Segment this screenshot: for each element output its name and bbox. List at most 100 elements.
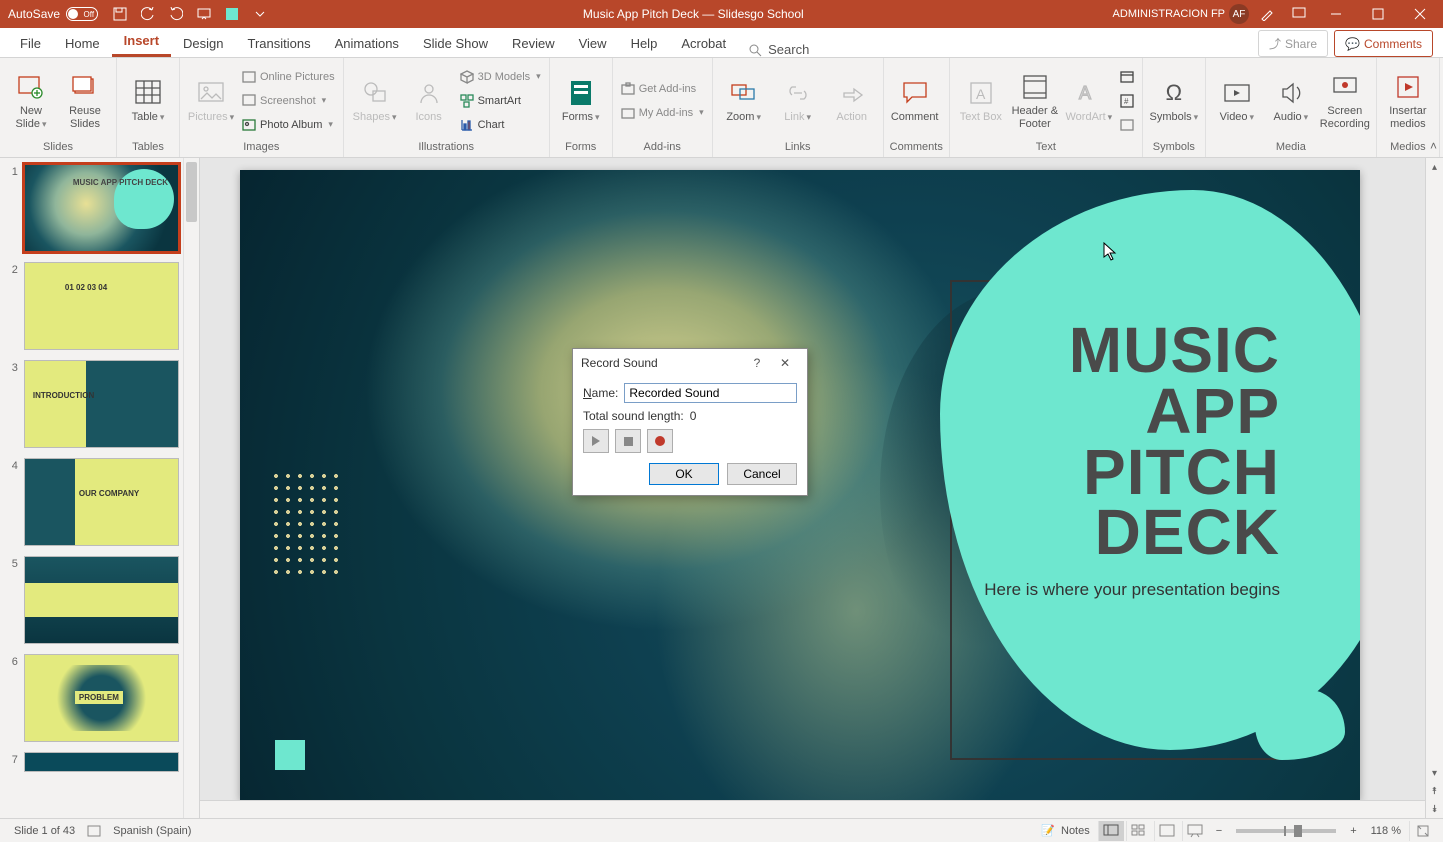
tab-animations[interactable]: Animations	[323, 30, 411, 57]
autosave-toggle[interactable]: AutoSave Off	[0, 0, 106, 28]
slide-thumb-5[interactable]: 5	[4, 556, 179, 644]
slide-position[interactable]: Slide 1 of 43	[8, 825, 81, 837]
notes-button[interactable]: 📝Notes	[1035, 824, 1095, 837]
comments-button[interactable]: 💬Comments	[1334, 30, 1433, 57]
pen-icon[interactable]	[1253, 0, 1281, 28]
object-button[interactable]	[1118, 114, 1136, 136]
tab-home[interactable]: Home	[53, 30, 112, 57]
symbols-button[interactable]: ΩSymbols	[1149, 63, 1199, 139]
share-button[interactable]: ⤴Share	[1258, 30, 1328, 57]
redo-icon[interactable]	[162, 0, 190, 28]
my-addins-button[interactable]: My Add-ins	[619, 102, 706, 124]
stop-button[interactable]	[615, 429, 641, 453]
slide-list[interactable]: 1MUSIC APP PITCH DECK 201 02 03 04 3INTR…	[0, 158, 183, 818]
ribbon-display-icon[interactable]	[1285, 0, 1313, 28]
maximize-button[interactable]	[1359, 0, 1397, 28]
dialog-close-button[interactable]: ✕	[771, 349, 799, 377]
dialog-titlebar[interactable]: Record Sound ? ✕	[573, 349, 807, 377]
present-from-start-icon[interactable]	[190, 0, 218, 28]
accessibility-icon[interactable]	[81, 824, 107, 838]
audio-button[interactable]: Audio	[1266, 63, 1316, 139]
date-time-button[interactable]	[1118, 66, 1136, 88]
slide-sorter-button[interactable]	[1126, 821, 1152, 841]
comment-button[interactable]: Comment	[890, 63, 940, 139]
prev-slide-icon[interactable]: ⯭	[1426, 782, 1443, 800]
tab-insert[interactable]: Insert	[112, 27, 171, 57]
save-icon[interactable]	[106, 0, 134, 28]
tab-acrobat[interactable]: Acrobat	[669, 30, 738, 57]
new-slide-button[interactable]: New Slide	[6, 63, 56, 139]
fit-to-window-button[interactable]	[1409, 821, 1435, 841]
undo-icon[interactable]	[134, 0, 162, 28]
slideshow-view-button[interactable]	[1182, 821, 1208, 841]
collapse-ribbon-icon[interactable]: ˄	[1430, 139, 1437, 153]
screen-recording-button[interactable]: Screen Recording	[1320, 63, 1370, 139]
wordart-button[interactable]: AWordArt	[1064, 63, 1114, 139]
record-button[interactable]	[647, 429, 673, 453]
reuse-slides-button[interactable]: Reuse Slides	[60, 63, 110, 139]
normal-view-button[interactable]	[1098, 821, 1124, 841]
minimize-button[interactable]	[1317, 0, 1355, 28]
slide-thumb-7[interactable]: 7	[4, 752, 179, 772]
vertical-scrollbar[interactable]: ▴ ▾ ⯭ ⯯	[1425, 158, 1443, 818]
text-box-button[interactable]: AText Box	[956, 63, 1006, 139]
tab-design[interactable]: Design	[171, 30, 235, 57]
qat-more-icon[interactable]	[246, 0, 274, 28]
header-footer-button[interactable]: Header & Footer	[1010, 63, 1060, 139]
autosave-switch[interactable]: Off	[66, 7, 98, 21]
icons-button[interactable]: Icons	[404, 63, 454, 139]
reading-view-button[interactable]	[1154, 821, 1180, 841]
shapes-button[interactable]: Shapes	[350, 63, 400, 139]
zoom-level[interactable]: 118 %	[1365, 825, 1407, 837]
photo-album-button[interactable]: Photo Album	[240, 114, 337, 136]
chart-button[interactable]: Chart	[458, 114, 543, 136]
smartart-button[interactable]: SmartArt	[458, 90, 543, 112]
zoom-slider[interactable]	[1236, 829, 1336, 833]
user-avatar[interactable]: AF	[1229, 4, 1249, 24]
close-button[interactable]	[1401, 0, 1439, 28]
tab-review[interactable]: Review	[500, 30, 567, 57]
3d-models-button[interactable]: 3D Models	[458, 66, 543, 88]
zoom-button[interactable]: Zoom	[719, 63, 769, 139]
get-addins-button[interactable]: Get Add-ins	[619, 78, 706, 100]
cancel-button[interactable]: Cancel	[727, 463, 797, 485]
online-pictures-button[interactable]: Online Pictures	[240, 66, 337, 88]
slide-thumb-4[interactable]: 4OUR COMPANY	[4, 458, 179, 546]
scroll-down-icon[interactable]: ▾	[1426, 764, 1443, 782]
panel-scrollbar[interactable]	[183, 158, 199, 818]
forms-button[interactable]: Forms	[556, 63, 606, 139]
tab-transitions[interactable]: Transitions	[236, 30, 323, 57]
zoom-in-button[interactable]: +	[1344, 825, 1362, 837]
screenshot-button[interactable]: Screenshot	[240, 90, 337, 112]
language-status[interactable]: Spanish (Spain)	[107, 825, 197, 837]
next-slide-icon[interactable]: ⯯	[1426, 800, 1443, 818]
name-input[interactable]	[624, 383, 797, 403]
horizontal-scrollbar[interactable]	[200, 800, 1425, 818]
play-button[interactable]	[583, 429, 609, 453]
action-button[interactable]: Action	[827, 63, 877, 139]
pictures-button[interactable]: Pictures	[186, 63, 236, 139]
link-button[interactable]: Link	[773, 63, 823, 139]
color-swatch-icon[interactable]	[218, 0, 246, 28]
slide-number-button[interactable]: #	[1118, 90, 1136, 112]
ok-button[interactable]: OK	[649, 463, 719, 485]
zoom-thumb[interactable]	[1294, 825, 1302, 837]
video-button[interactable]: Video	[1212, 63, 1262, 139]
ribbon-tabs: File Home Insert Design Transitions Anim…	[0, 28, 1443, 58]
share-icon: ⤴	[1269, 35, 1281, 52]
slide-thumb-2[interactable]: 201 02 03 04	[4, 262, 179, 350]
slide-thumb-3[interactable]: 3INTRODUCTION	[4, 360, 179, 448]
tab-help[interactable]: Help	[619, 30, 670, 57]
dialog-help-button[interactable]: ?	[743, 349, 771, 377]
tab-view[interactable]: View	[567, 30, 619, 57]
scrollbar-thumb[interactable]	[186, 162, 197, 222]
scroll-up-icon[interactable]: ▴	[1426, 158, 1443, 176]
zoom-out-button[interactable]: −	[1210, 825, 1228, 837]
slide-thumb-6[interactable]: 6PROBLEM	[4, 654, 179, 742]
slide-thumb-1[interactable]: 1MUSIC APP PITCH DECK	[4, 164, 179, 252]
search-box[interactable]: Search	[738, 42, 819, 57]
tab-file[interactable]: File	[8, 30, 53, 57]
tab-slideshow[interactable]: Slide Show	[411, 30, 500, 57]
table-button[interactable]: Table	[123, 63, 173, 139]
insertar-medios-button[interactable]: Insertar medios	[1383, 63, 1433, 139]
